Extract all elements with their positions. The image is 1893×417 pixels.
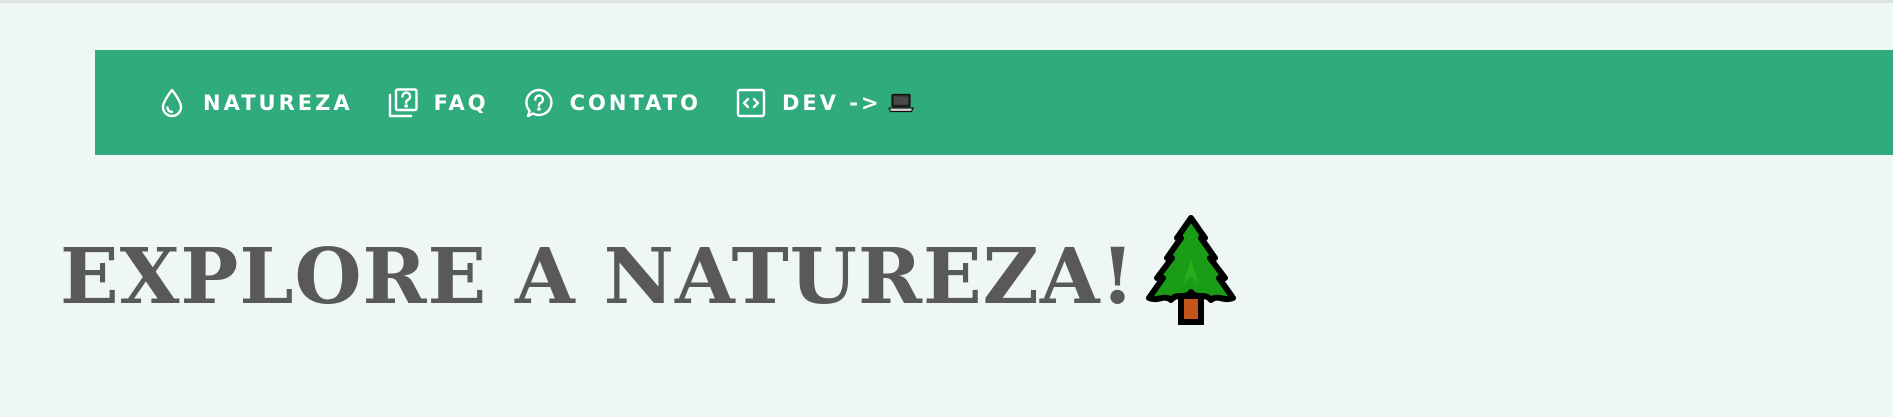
evergreen-tree-icon: [1145, 214, 1237, 328]
question-stack-icon: [387, 87, 419, 119]
nav-item-contato[interactable]: CONTATO: [523, 87, 701, 119]
help-bubble-icon: [523, 87, 555, 119]
nav-label-faq: FAQ: [433, 90, 489, 115]
hero-heading: EXPLORE A NATUREZA!: [60, 215, 1237, 328]
laptop-icon: [888, 93, 914, 113]
main-navbar: NATUREZA FAQ CONTATO DEV ->: [95, 50, 1893, 155]
code-box-icon: [735, 87, 767, 119]
nav-item-natureza[interactable]: NATUREZA: [156, 87, 353, 119]
page-title: EXPLORE A NATUREZA!: [60, 231, 1136, 322]
water-drop-icon: [156, 87, 188, 119]
nav-label-contato: CONTATO: [569, 90, 701, 115]
nav-label-dev: DEV ->: [781, 90, 882, 115]
top-border: [0, 0, 1893, 3]
nav-item-faq[interactable]: FAQ: [387, 87, 489, 119]
nav-item-dev[interactable]: DEV ->: [735, 87, 914, 119]
nav-label-natureza: NATUREZA: [203, 90, 353, 115]
